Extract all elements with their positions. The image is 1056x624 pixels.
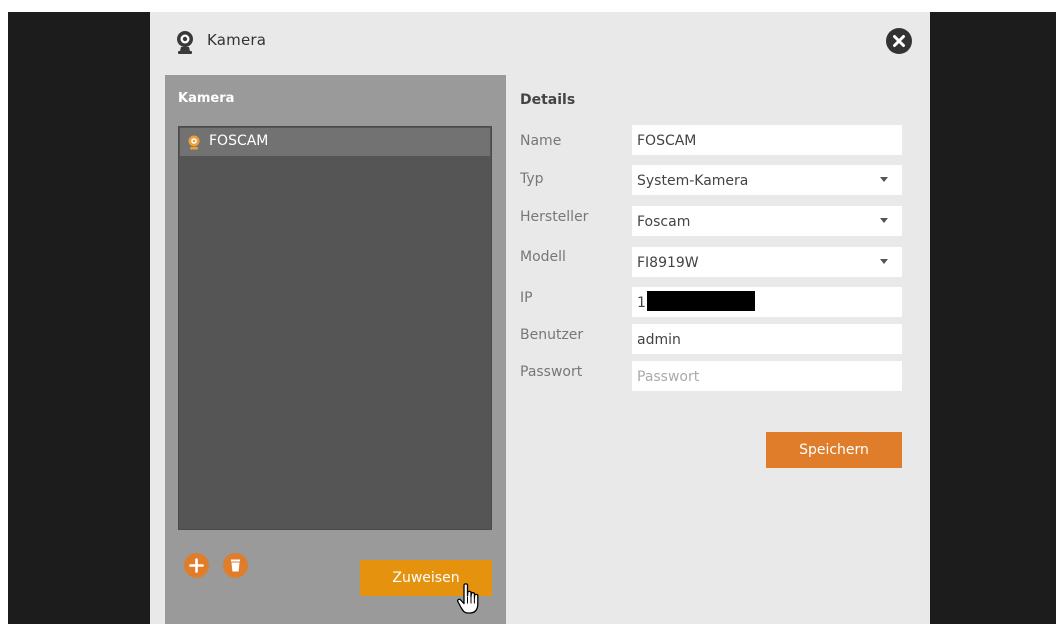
name-label: Name xyxy=(520,133,562,149)
close-icon xyxy=(893,35,905,47)
camera-list-heading: Kamera xyxy=(178,91,235,106)
benutzer-value: admin xyxy=(637,332,681,348)
modell-select[interactable]: FI8919W xyxy=(632,247,902,277)
passwort-field[interactable]: Passwort xyxy=(632,361,902,391)
ip-value: 1 xyxy=(637,295,646,311)
hersteller-label: Hersteller xyxy=(520,209,589,225)
delete-camera-button[interactable] xyxy=(223,553,248,578)
ip-label: IP xyxy=(520,290,533,306)
dialog-title-bar: Kamera xyxy=(150,12,930,76)
passwort-label: Passwort xyxy=(520,364,583,380)
camera-list-item-label: FOSCAM xyxy=(209,133,269,149)
hand-pointer-icon xyxy=(455,582,485,616)
chevron-down-icon xyxy=(880,259,888,264)
passwort-placeholder: Passwort xyxy=(637,369,700,385)
webcam-icon xyxy=(176,30,194,56)
camera-list[interactable]: FOSCAM xyxy=(178,126,492,530)
name-field[interactable]: FOSCAM xyxy=(632,125,902,155)
plus-icon xyxy=(189,558,204,573)
trash-icon xyxy=(231,559,240,572)
redaction-bar xyxy=(646,291,755,311)
details-heading: Details xyxy=(520,92,576,108)
typ-value: System-Kamera xyxy=(637,173,749,189)
name-value: FOSCAM xyxy=(637,133,697,149)
dialog-title: Kamera xyxy=(207,31,267,49)
benutzer-label: Benutzer xyxy=(520,327,584,343)
close-button[interactable] xyxy=(886,28,912,54)
camera-dialog: Kamera Kamera FOSCAM Zuweisen Details Na… xyxy=(150,12,930,624)
chevron-down-icon xyxy=(880,218,888,223)
typ-select[interactable]: System-Kamera xyxy=(632,165,902,195)
webcam-icon xyxy=(188,135,200,150)
add-camera-button[interactable] xyxy=(184,553,209,578)
camera-list-panel: Kamera FOSCAM Zuweisen xyxy=(165,75,506,624)
camera-list-item[interactable]: FOSCAM xyxy=(180,128,490,156)
modell-label: Modell xyxy=(520,249,566,265)
hersteller-value: Foscam xyxy=(637,214,691,230)
benutzer-field[interactable]: admin xyxy=(632,324,902,354)
save-button[interactable]: Speichern xyxy=(766,432,902,468)
ip-field[interactable]: 1 xyxy=(632,287,902,317)
modell-value: FI8919W xyxy=(637,255,699,271)
typ-label: Typ xyxy=(520,171,544,187)
chevron-down-icon xyxy=(880,177,888,182)
hersteller-select[interactable]: Foscam xyxy=(632,206,902,236)
